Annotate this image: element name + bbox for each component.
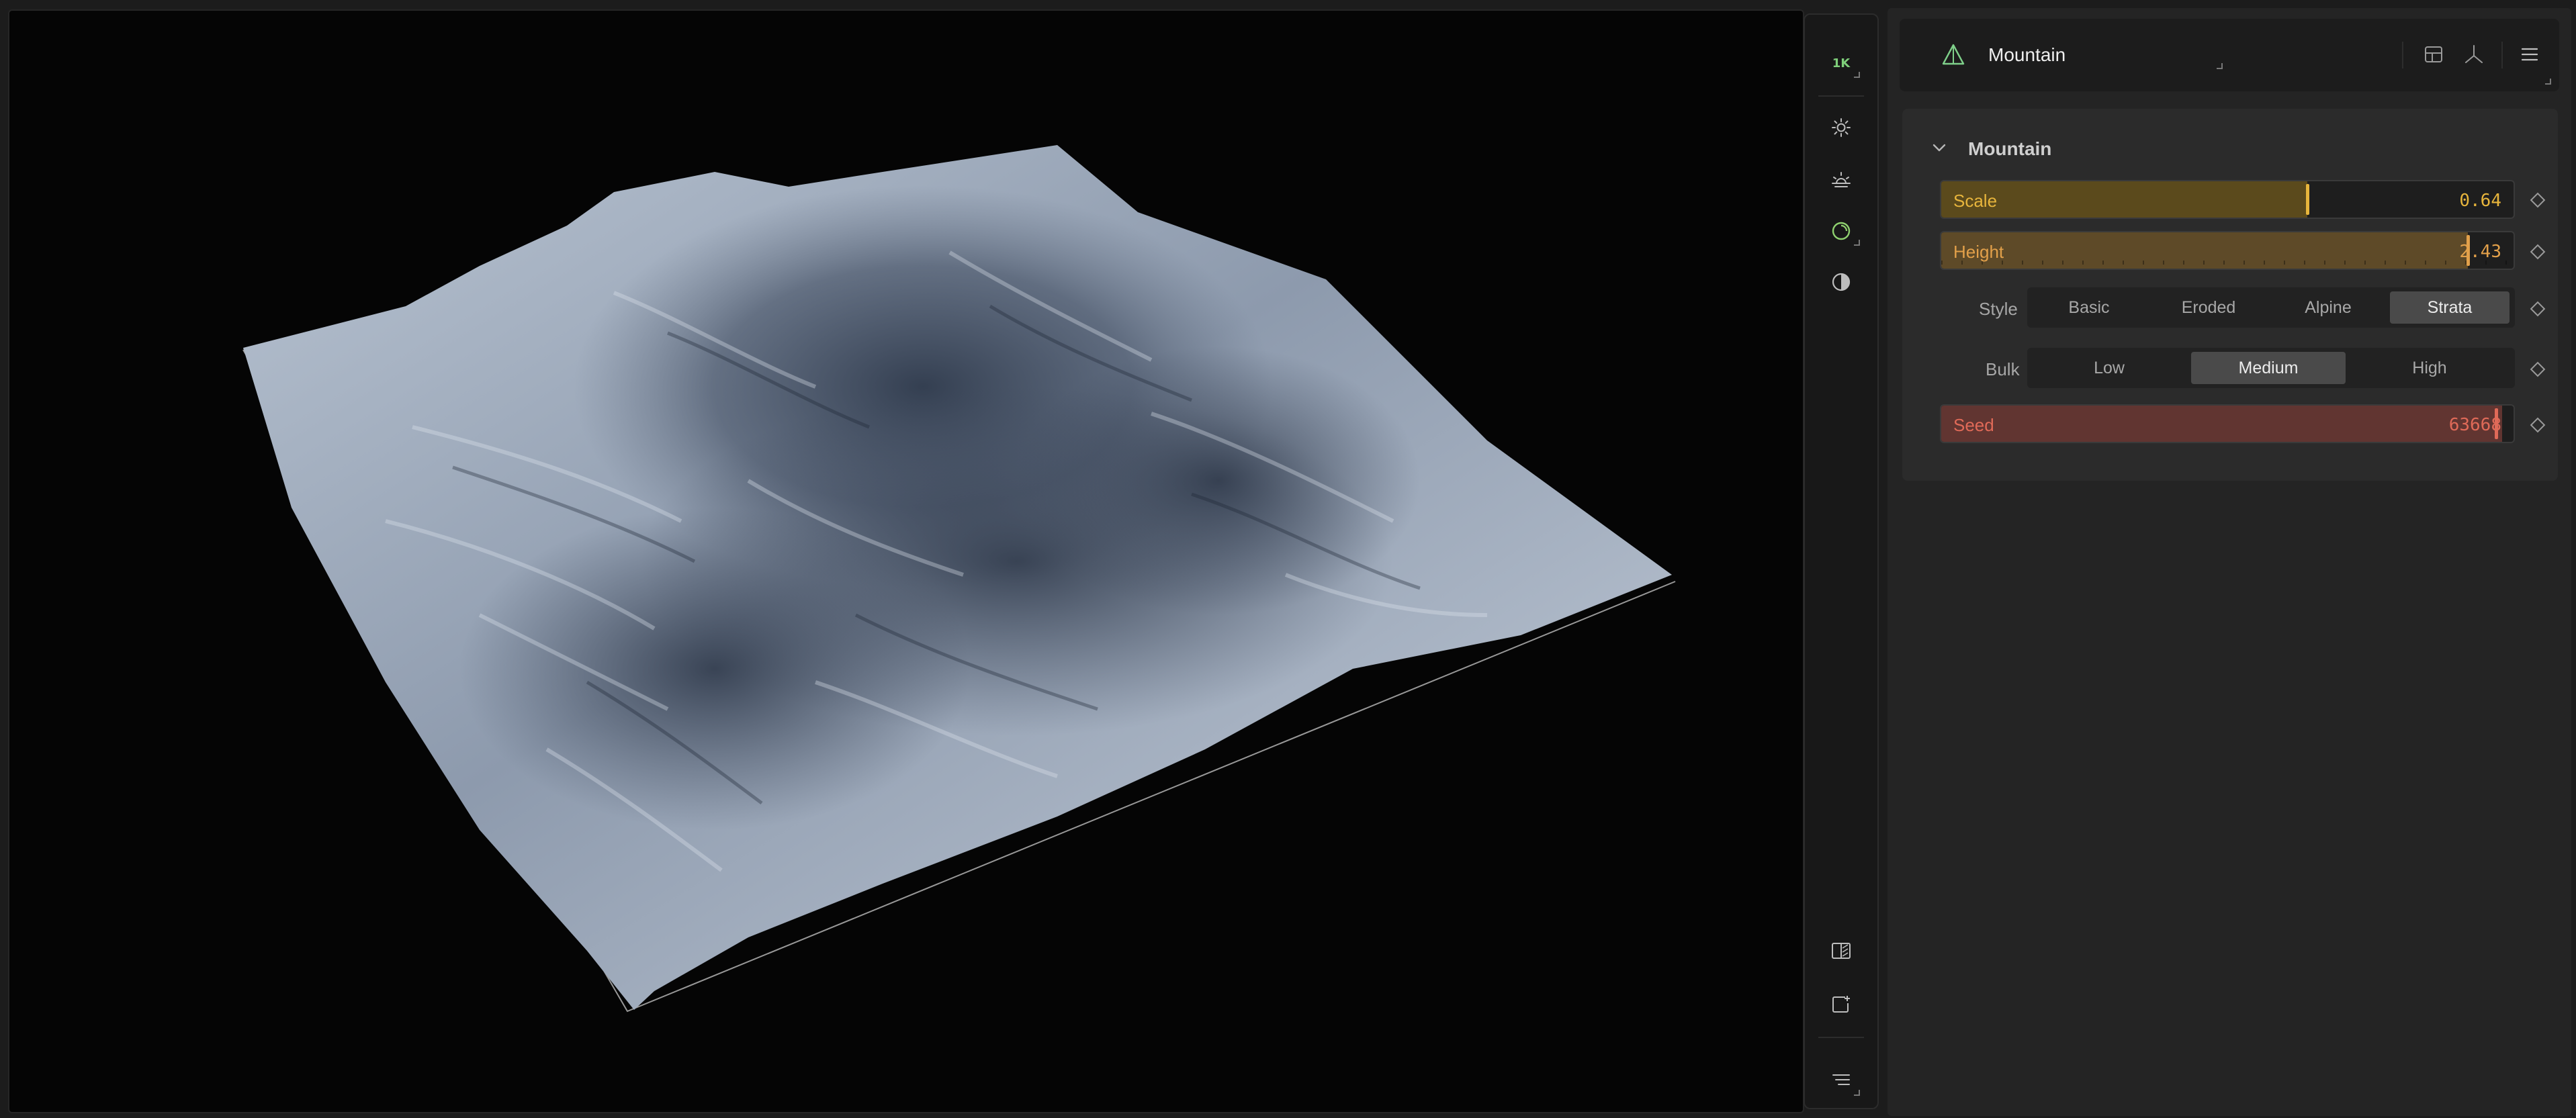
seed-value: 63668 [2448, 415, 2501, 435]
scale-value: 0.64 [2459, 191, 2501, 211]
split-view-icon [1832, 943, 1851, 959]
seed-keyframe-diamond[interactable] [2530, 417, 2546, 433]
viewport-toolbar: 1K [1804, 13, 1879, 1109]
resolution-button[interactable]: 1K [1814, 42, 1868, 85]
seed-label: Seed [1953, 415, 1994, 435]
bulk-selector: Low Medium High [2027, 348, 2515, 388]
properties-panel: Mountain Mountain Scale 0.64 Height 2.43… [1887, 8, 2571, 1116]
mountain-icon [1942, 44, 1965, 65]
style-keyframe-diamond[interactable] [2530, 301, 2546, 317]
section-title: Mountain [1968, 138, 2052, 159]
sunrise-icon [1832, 172, 1851, 187]
seed-slider-fill [1941, 406, 2502, 442]
dropdown-corner-icon [1854, 1090, 1860, 1096]
bulk-option-low[interactable]: Low [2031, 352, 2187, 384]
header-divider [2402, 42, 2403, 68]
menu-lines-icon [1832, 1074, 1850, 1085]
scale-keyframe-diamond[interactable] [2530, 192, 2546, 208]
style-option-alpine[interactable]: Alpine [2270, 291, 2386, 324]
style-option-eroded[interactable]: Eroded [2151, 291, 2266, 324]
resolution-label: 1K [1832, 56, 1851, 71]
scale-label: Scale [1953, 191, 1998, 211]
mountain-section: Mountain Scale 0.64 Height 2.43 Style Ba… [1902, 109, 2558, 481]
height-label: Height [1953, 242, 2004, 262]
viewport-3d[interactable] [8, 9, 1804, 1113]
sun-elevation-button[interactable] [1814, 158, 1868, 201]
table-icon[interactable] [2424, 44, 2444, 64]
node-header: Mountain [1900, 19, 2559, 91]
contrast-button[interactable] [1814, 261, 1868, 304]
style-option-strata[interactable]: Strata [2390, 291, 2510, 324]
seed-slider[interactable]: Seed 63668 [1940, 404, 2515, 443]
add-view-button[interactable] [1814, 983, 1868, 1026]
height-slider-ticks [1941, 261, 2514, 265]
rename-corner-icon[interactable] [2217, 63, 2223, 69]
header-divider [2501, 42, 2503, 68]
bulk-option-high[interactable]: High [2350, 352, 2510, 384]
axes-icon[interactable] [2462, 43, 2485, 66]
style-selector: Basic Eroded Alpine Strata [2027, 287, 2515, 328]
material-sphere-icon [1832, 222, 1851, 240]
node-title: Mountain [1988, 44, 2066, 65]
contrast-icon [1832, 273, 1851, 291]
terrain-render [242, 145, 1676, 1013]
sun-light-button[interactable] [1814, 106, 1868, 149]
layers-menu-button[interactable] [1814, 1060, 1868, 1103]
bulk-label: Bulk [1986, 359, 2020, 379]
bulk-option-medium[interactable]: Medium [2191, 352, 2346, 384]
sun-icon [1832, 118, 1851, 137]
style-option-basic[interactable]: Basic [2031, 291, 2147, 324]
style-label: Style [1979, 299, 2018, 319]
material-button[interactable] [1814, 209, 1868, 252]
menu-icon[interactable] [2519, 44, 2540, 64]
toolbar-divider [1818, 95, 1864, 97]
chevron-down-icon[interactable] [1930, 141, 1948, 154]
add-view-icon [1832, 996, 1850, 1013]
height-value: 2.43 [2459, 242, 2501, 262]
height-keyframe-diamond[interactable] [2530, 244, 2546, 260]
dropdown-corner-icon [1854, 240, 1860, 246]
height-slider[interactable]: Height 2.43 [1940, 231, 2515, 270]
split-view-button[interactable] [1814, 929, 1868, 972]
scale-slider[interactable]: Scale 0.64 [1940, 180, 2515, 219]
bulk-keyframe-diamond[interactable] [2530, 361, 2546, 377]
toolbar-divider [1818, 1037, 1864, 1038]
scale-slider-handle[interactable] [2306, 184, 2310, 215]
dropdown-corner-icon [2545, 79, 2551, 85]
dropdown-corner-icon [1854, 72, 1860, 78]
